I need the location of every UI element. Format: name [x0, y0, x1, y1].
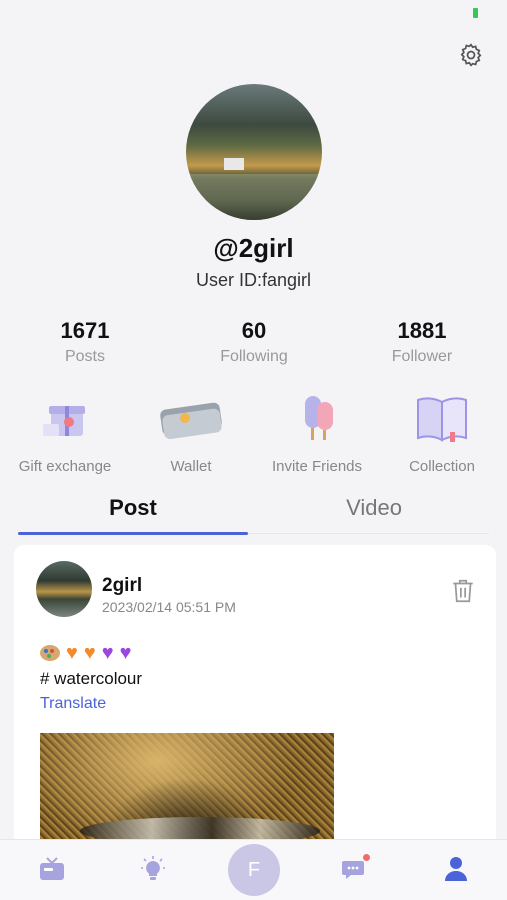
profile-tabs: Post Video [18, 495, 489, 535]
battery-icon [473, 8, 478, 18]
nav-messages[interactable] [340, 854, 370, 884]
post-card: 2girl 2023/02/14 05:51 PM ♥ ♥ ♥ ♥ # wate… [14, 545, 496, 865]
nav-profile[interactable] [441, 854, 471, 884]
invite-friends-button[interactable]: Invite Friends [254, 392, 380, 475]
tv-icon [40, 857, 64, 880]
post-author-avatar[interactable] [36, 561, 92, 617]
stat-label: Posts [64, 348, 105, 365]
action-label: Wallet [170, 458, 212, 475]
compose-button[interactable]: F [228, 844, 280, 896]
stat-label: Following [220, 348, 288, 365]
gear-icon [460, 43, 482, 67]
translate-link[interactable]: Translate [40, 695, 106, 713]
gift-icon [29, 392, 101, 448]
gift-exchange-button[interactable]: Gift exchange [2, 392, 128, 475]
nav-ideas[interactable] [138, 854, 168, 884]
profile-username: @2girl [213, 233, 294, 263]
stat-value: 1881 [397, 318, 447, 343]
action-label: Collection [409, 458, 475, 475]
delete-button[interactable] [450, 577, 476, 605]
bottom-navigation: F [0, 839, 507, 900]
trash-icon [453, 579, 473, 603]
post-author-name[interactable]: 2girl [102, 575, 142, 597]
ice-cream-icon [281, 392, 353, 448]
book-icon [406, 392, 478, 448]
tab-post[interactable]: Post [18, 495, 248, 521]
profile-avatar[interactable] [186, 84, 322, 220]
purple-heart-icon: ♥ [119, 642, 132, 664]
stat-label: Follower [391, 348, 453, 365]
stat-value: 60 [241, 318, 267, 343]
notification-dot [363, 854, 370, 861]
post-hashtag[interactable]: # watercolour [40, 669, 142, 689]
wallet-icon [155, 392, 227, 448]
post-timestamp: 2023/02/14 05:51 PM [102, 599, 236, 615]
stat-value: 1671 [60, 318, 110, 343]
lightbulb-icon [141, 856, 165, 880]
collection-button[interactable]: Collection [379, 392, 505, 475]
profile-user-id: User ID:fangirl [195, 270, 312, 290]
purple-heart-icon: ♥ [101, 642, 114, 664]
tab-video[interactable]: Video [259, 495, 489, 521]
profile-icon [445, 857, 467, 881]
status-bar [0, 0, 507, 28]
action-label: Invite Friends [271, 458, 363, 475]
settings-button[interactable] [457, 41, 485, 69]
wallet-button[interactable]: Wallet [128, 392, 254, 475]
nav-tv[interactable] [37, 854, 67, 884]
stat-following[interactable]: 60 Following [184, 318, 324, 366]
stat-posts[interactable]: 1671 Posts [15, 318, 155, 366]
stat-follower[interactable]: 1881 Follower [352, 318, 492, 366]
action-label: Gift exchange [18, 458, 112, 475]
palette-icon [40, 645, 60, 661]
active-tab-indicator [18, 532, 248, 535]
orange-heart-icon: ♥ [66, 642, 78, 664]
orange-heart-icon: ♥ [83, 642, 96, 664]
post-emojis: ♥ ♥ ♥ ♥ [40, 641, 132, 665]
